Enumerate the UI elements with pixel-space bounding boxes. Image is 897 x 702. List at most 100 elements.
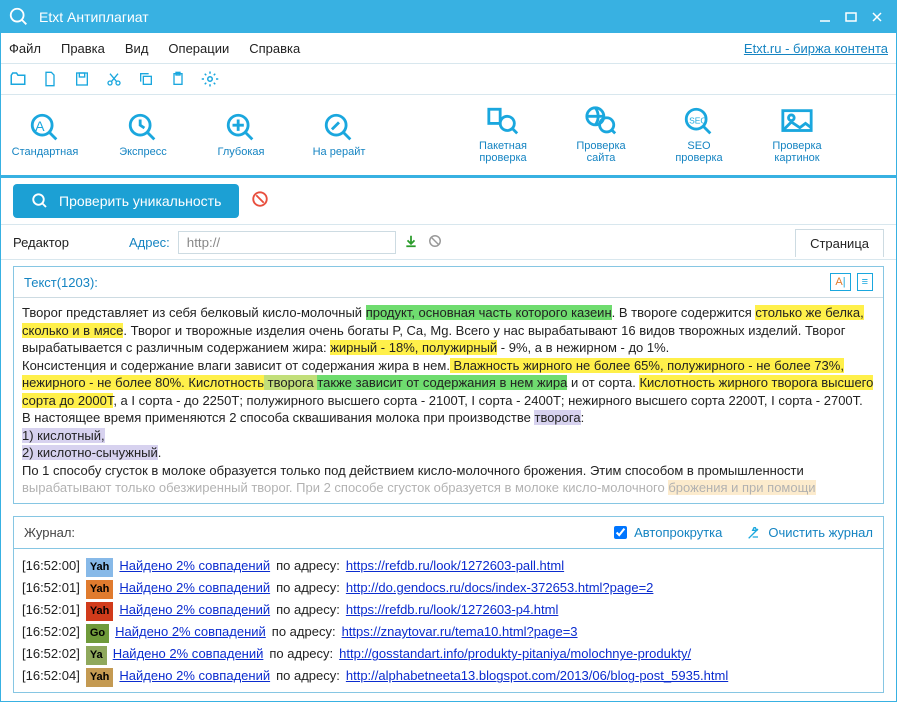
journal-header: Журнал: Автопрокрутка Очистить журнал (13, 516, 884, 548)
match-link[interactable]: Найдено 2% совпадений (119, 599, 270, 621)
mode-batch[interactable]: Пакетная проверка (469, 106, 537, 164)
label: Стандартная (12, 146, 79, 158)
menu-help[interactable]: Справка (249, 41, 300, 56)
match-link[interactable]: Найдено 2% совпадений (113, 643, 264, 665)
label: Проверка сайта (576, 140, 625, 164)
url-link[interactable]: https://refdb.ru/look/1272603-p4.html (346, 599, 558, 621)
menu-file[interactable]: Файл (9, 41, 41, 56)
settings-icon[interactable] (201, 70, 219, 88)
menu-ops[interactable]: Операции (168, 41, 229, 56)
open-icon[interactable] (9, 70, 27, 88)
magnify-a-icon: A (28, 112, 62, 144)
source-badge: Yah (86, 668, 114, 687)
journal-row: [16:52:01] Yah Найдено 2% совпадений по … (22, 577, 875, 599)
url-link[interactable]: http://do.gendocs.ru/docs/index-372653.h… (346, 577, 654, 599)
cut-icon[interactable] (105, 70, 123, 88)
time: [16:52:04] (22, 665, 80, 687)
minimize-button[interactable] (812, 7, 838, 27)
source-badge: Ya (86, 646, 107, 665)
etxt-link[interactable]: Etxt.ru - биржа контента (744, 41, 888, 56)
close-button[interactable] (864, 7, 890, 27)
forbid-icon[interactable] (428, 234, 442, 251)
mode-standard[interactable]: A Стандартная (11, 112, 79, 158)
source-badge: Yah (86, 602, 114, 621)
check-uniqueness-button[interactable]: Проверить уникальность (13, 184, 239, 218)
match-link[interactable]: Найдено 2% совпадений (119, 577, 270, 599)
journal-row: [16:52:04] Yah Найдено 2% совпадений по … (22, 665, 875, 687)
url-link[interactable]: https://refdb.ru/look/1272603-pall.html (346, 555, 564, 577)
lines-option-icon[interactable]: ≡ (857, 273, 873, 291)
autoscroll-input[interactable] (614, 526, 627, 539)
journal-label: Журнал: (24, 525, 75, 540)
label: Пакетная проверка (479, 140, 527, 164)
check-bar: Проверить уникальность (1, 178, 896, 225)
menu-view[interactable]: Вид (125, 41, 149, 56)
editor-text[interactable]: Творог представляет из себя белковый кис… (14, 298, 883, 503)
source-badge: Yah (86, 580, 114, 599)
time: [16:52:01] (22, 577, 80, 599)
autoscroll-checkbox[interactable]: Автопрокрутка (610, 523, 722, 542)
toolbar-small (1, 64, 896, 95)
magnify-deep-icon (224, 112, 258, 144)
label: Глубокая (218, 146, 265, 158)
svg-text:A: A (35, 119, 45, 135)
journal-row: [16:52:02] Go Найдено 2% совпадений по а… (22, 621, 875, 643)
label: Проверка картинок (772, 140, 821, 164)
titlebar: Etxt Антиплагиат (1, 1, 896, 33)
url-link[interactable]: http://gosstandart.info/produkty-pitaniy… (339, 643, 691, 665)
journal-row: [16:52:00] Yah Найдено 2% совпадений по … (22, 555, 875, 577)
stop-icon[interactable] (251, 190, 269, 213)
magnify-pencil-icon (322, 112, 356, 144)
uniqueness-result[interactable]: Уникальность текста 79%© (89, 688, 288, 693)
editor-area: Текст(1203): A| ≡ Творог представляет из… (13, 266, 884, 504)
save-icon[interactable] (73, 70, 91, 88)
app-title: Etxt Антиплагиат (39, 9, 149, 25)
mode-seo[interactable]: SEO SEO проверка (665, 106, 733, 164)
label: SEO проверка (675, 140, 722, 164)
source-badge: Yah (86, 558, 114, 577)
url-link[interactable]: https://znaytovar.ru/tema10.html?page=3 (342, 621, 578, 643)
url-link[interactable]: http://alphabetneeta13.blogspot.com/2013… (346, 665, 728, 687)
address-input[interactable] (178, 231, 396, 254)
time: [16:52:00] (22, 555, 80, 577)
new-doc-icon[interactable] (41, 70, 59, 88)
copy-icon[interactable] (137, 70, 155, 88)
match-link[interactable]: Найдено 2% совпадений (119, 665, 270, 687)
mode-rewrite[interactable]: На рерайт (305, 112, 373, 158)
journal-result: [16:52:05] Уникальность текста 79%© (22, 688, 875, 693)
journal-row: [16:52:01] Yah Найдено 2% совпадений по … (22, 599, 875, 621)
globe-magnify-icon (584, 106, 618, 138)
font-option-icon[interactable]: A| (830, 273, 850, 291)
tab-page[interactable]: Страница (795, 229, 884, 257)
journal-body[interactable]: [16:52:00] Yah Найдено 2% совпадений по … (13, 548, 884, 693)
mode-deep[interactable]: Глубокая (207, 112, 275, 158)
match-link[interactable]: Найдено 2% совпадений (115, 621, 266, 643)
toolbar-big: A Стандартная Экспресс Глубокая На рерай… (1, 95, 896, 178)
app-window: { "title": "Etxt Антиплагиат", "menu": {… (0, 0, 897, 702)
time: [16:52:02] (22, 621, 80, 643)
mode-images[interactable]: Проверка картинок (763, 106, 831, 164)
menu-edit[interactable]: Правка (61, 41, 105, 56)
batch-icon (486, 106, 520, 138)
editor-label: Редактор (13, 235, 69, 250)
time: [16:52:01] (22, 599, 80, 621)
paste-icon[interactable] (169, 70, 187, 88)
address-label: Адрес: (129, 235, 170, 250)
maximize-button[interactable] (838, 7, 864, 27)
match-link[interactable]: Найдено 2% совпадений (119, 555, 270, 577)
source-badge: Go (86, 624, 109, 643)
time: [16:52:02] (22, 643, 80, 665)
app-logo-icon (7, 5, 31, 29)
seo-icon: SEO (682, 106, 716, 138)
editor-header: Редактор Адрес: Страница (1, 225, 896, 260)
text-counter: Текст(1203): (24, 275, 98, 290)
svg-text:SEO: SEO (689, 115, 707, 125)
mode-site[interactable]: Проверка сайта (567, 106, 635, 164)
download-icon[interactable] (404, 234, 418, 251)
mode-express[interactable]: Экспресс (109, 112, 177, 158)
magnify-clock-icon (126, 112, 160, 144)
image-icon (780, 106, 814, 138)
clear-journal-button[interactable]: Очистить журнал (746, 525, 873, 541)
journal-row: [16:52:02] Ya Найдено 2% совпадений по а… (22, 643, 875, 665)
label: Проверить уникальность (59, 193, 221, 209)
